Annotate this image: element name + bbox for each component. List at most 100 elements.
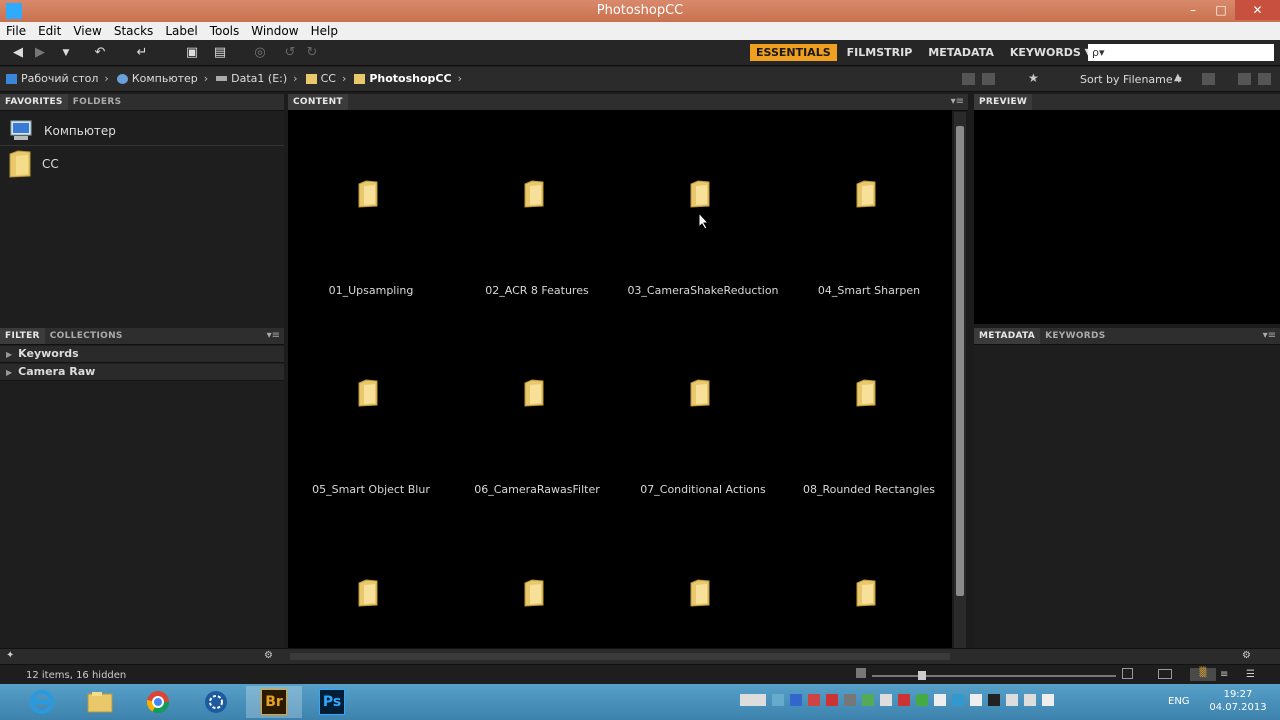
breadcrumb-computer[interactable]: Компьютер › xyxy=(116,72,208,85)
tray-app-icon[interactable] xyxy=(772,694,784,706)
expand-triangle-icon[interactable]: ▶ xyxy=(6,350,12,359)
folder-thumbnail[interactable]: 04_Smart Sharpen xyxy=(786,118,952,318)
reveal-recent-icon[interactable]: ↶ xyxy=(92,45,108,61)
zoom-out-icon[interactable] xyxy=(856,668,866,678)
keyboard-icon[interactable] xyxy=(740,694,766,706)
language-indicator[interactable]: ENG xyxy=(1168,696,1190,707)
menu-edit[interactable]: Edit xyxy=(32,22,67,40)
tab-preview[interactable]: PREVIEW xyxy=(974,94,1033,110)
folder-thumbnail[interactable]: 06_CameraRawasFilter xyxy=(454,317,620,517)
clock[interactable]: 19:27 04.07.2013 xyxy=(1204,688,1272,714)
explorer-icon[interactable] xyxy=(72,686,128,718)
menu-view[interactable]: View xyxy=(67,22,107,40)
star-filter-icon[interactable]: ★ xyxy=(1028,71,1041,85)
tray-app-icon[interactable] xyxy=(934,694,946,706)
folder-thumbnail[interactable]: 07_Conditional Actions xyxy=(620,317,786,517)
workspace-filmstrip[interactable]: FILMSTRIP xyxy=(841,44,919,61)
thumbnail-size-slider[interactable] xyxy=(872,675,1116,677)
panel-menu-icon[interactable]: ▾≡ xyxy=(1263,330,1276,341)
tray-app-icon[interactable] xyxy=(970,694,982,706)
folder-thumbnail[interactable]: 05_Smart Object Blur xyxy=(288,317,454,517)
tray-app-icon[interactable] xyxy=(1006,694,1018,706)
tray-app-icon[interactable] xyxy=(916,694,928,706)
tray-app-icon[interactable] xyxy=(790,694,802,706)
breadcrumb-desktop[interactable]: Рабочий стол › xyxy=(6,72,109,85)
thumbnail-size-slider-knob[interactable] xyxy=(918,671,926,680)
zoom-in-icon[interactable] xyxy=(1122,668,1133,679)
open-recent-folder-icon[interactable] xyxy=(1202,73,1215,85)
pin-icon[interactable]: ✦ xyxy=(6,650,14,661)
panel-menu-icon[interactable]: ▾≡ xyxy=(267,330,280,341)
new-folder-icon[interactable] xyxy=(1238,73,1251,85)
view-options-icon[interactable] xyxy=(982,73,995,85)
tab-favorites[interactable]: FAVORITES xyxy=(0,94,68,110)
workspace-essentials[interactable]: ESSENTIALS xyxy=(750,44,837,61)
folder-thumbnail[interactable]: 01_Upsampling xyxy=(288,118,454,318)
tray-app-icon[interactable] xyxy=(880,694,892,706)
breadcrumb-drive[interactable]: Data1 (E:) › xyxy=(216,72,298,85)
rotate-right-icon[interactable]: ↻ xyxy=(304,45,320,61)
tray-app-icon[interactable] xyxy=(844,694,856,706)
tab-collections[interactable]: COLLECTIONS xyxy=(45,328,128,344)
filter-row-keywords[interactable]: ▶ Keywords xyxy=(0,346,284,363)
recent-dropdown-icon[interactable]: ▼ xyxy=(58,45,74,61)
tab-folders[interactable]: FOLDERS xyxy=(68,94,127,110)
menu-stacks[interactable]: Stacks xyxy=(108,22,159,40)
sort-ascending-icon[interactable]: ▲ xyxy=(1174,72,1187,84)
bridge-icon[interactable]: Br xyxy=(246,686,302,718)
get-photos-icon[interactable]: ▣ xyxy=(184,45,200,61)
open-in-camera-raw-icon[interactable]: ◎ xyxy=(252,45,268,61)
expand-triangle-icon[interactable]: ▶ xyxy=(6,368,12,377)
favorite-computer[interactable]: Компьютер xyxy=(8,120,116,142)
tray-app-icon[interactable] xyxy=(862,694,874,706)
menu-file[interactable]: File xyxy=(0,22,32,40)
close-button[interactable]: ✕ xyxy=(1235,0,1280,20)
menu-help[interactable]: Help xyxy=(305,22,344,40)
panel-menu-icon[interactable]: ▾≡ xyxy=(951,96,964,107)
view-as-details-icon[interactable]: ≡ xyxy=(1220,669,1228,680)
return-icon[interactable]: ↵ xyxy=(134,45,150,61)
breadcrumb-cc[interactable]: CC › xyxy=(305,72,346,85)
chrome-icon[interactable] xyxy=(130,686,186,718)
folder-thumbnail[interactable]: 08_Rounded Rectangles xyxy=(786,317,952,517)
app-icon[interactable] xyxy=(188,686,244,718)
tray-app-icon[interactable] xyxy=(808,694,820,706)
ie-icon[interactable] xyxy=(14,686,70,718)
view-as-thumbnails-icon[interactable]: ▒ xyxy=(1190,668,1216,681)
lock-thumbnail-grid-icon[interactable] xyxy=(1158,669,1172,679)
settings-icon[interactable]: ⚙ xyxy=(264,650,273,661)
rotate-left-icon[interactable]: ↺ xyxy=(282,45,298,61)
tab-metadata[interactable]: METADATA xyxy=(974,328,1041,344)
horizontal-scrollbar[interactable] xyxy=(290,653,950,660)
workspace-keywords[interactable]: KEYWORDS ▼ xyxy=(1004,44,1099,61)
menu-window[interactable]: Window xyxy=(245,22,304,40)
delete-icon[interactable] xyxy=(1258,73,1271,85)
tray-app-icon[interactable] xyxy=(898,694,910,706)
tray-app-icon[interactable] xyxy=(952,694,964,706)
back-arrow-icon[interactable]: ◀ xyxy=(10,45,26,61)
sort-dropdown[interactable]: Sort by Filename ▾ xyxy=(1080,73,1182,86)
tab-content[interactable]: CONTENT xyxy=(288,94,348,110)
network-icon[interactable] xyxy=(1024,694,1036,706)
scrollbar-thumb[interactable] xyxy=(956,126,964,596)
quality-icon[interactable] xyxy=(962,73,975,85)
refine-icon[interactable]: ▤ xyxy=(212,45,228,61)
search-input[interactable]: ρ▾ xyxy=(1088,44,1274,61)
minimize-button[interactable]: – xyxy=(1179,0,1207,20)
menu-tools[interactable]: Tools xyxy=(204,22,246,40)
favorite-cc[interactable]: CC xyxy=(8,150,59,178)
tab-keywords[interactable]: KEYWORDS xyxy=(1040,328,1111,344)
view-as-list-icon[interactable]: ☰ xyxy=(1246,669,1255,680)
menu-label[interactable]: Label xyxy=(159,22,203,40)
workspace-metadata[interactable]: METADATA xyxy=(922,44,1000,61)
folder-thumbnail[interactable]: 02_ACR 8 Features xyxy=(454,118,620,318)
tray-app-icon[interactable] xyxy=(988,694,1000,706)
forward-arrow-icon[interactable]: ▶ xyxy=(32,45,48,61)
volume-icon[interactable] xyxy=(1042,694,1054,706)
tray-app-icon[interactable] xyxy=(826,694,838,706)
photoshop-icon[interactable]: Ps xyxy=(304,686,360,718)
content-grid[interactable]: 01_Upsampling 02_ACR 8 Features 03_CameraS… xyxy=(288,110,952,650)
tab-filter[interactable]: FILTER xyxy=(0,328,45,344)
breadcrumb-photoshopcc[interactable]: PhotoshopCC › xyxy=(354,72,462,85)
maximize-button[interactable]: □ xyxy=(1207,0,1235,20)
